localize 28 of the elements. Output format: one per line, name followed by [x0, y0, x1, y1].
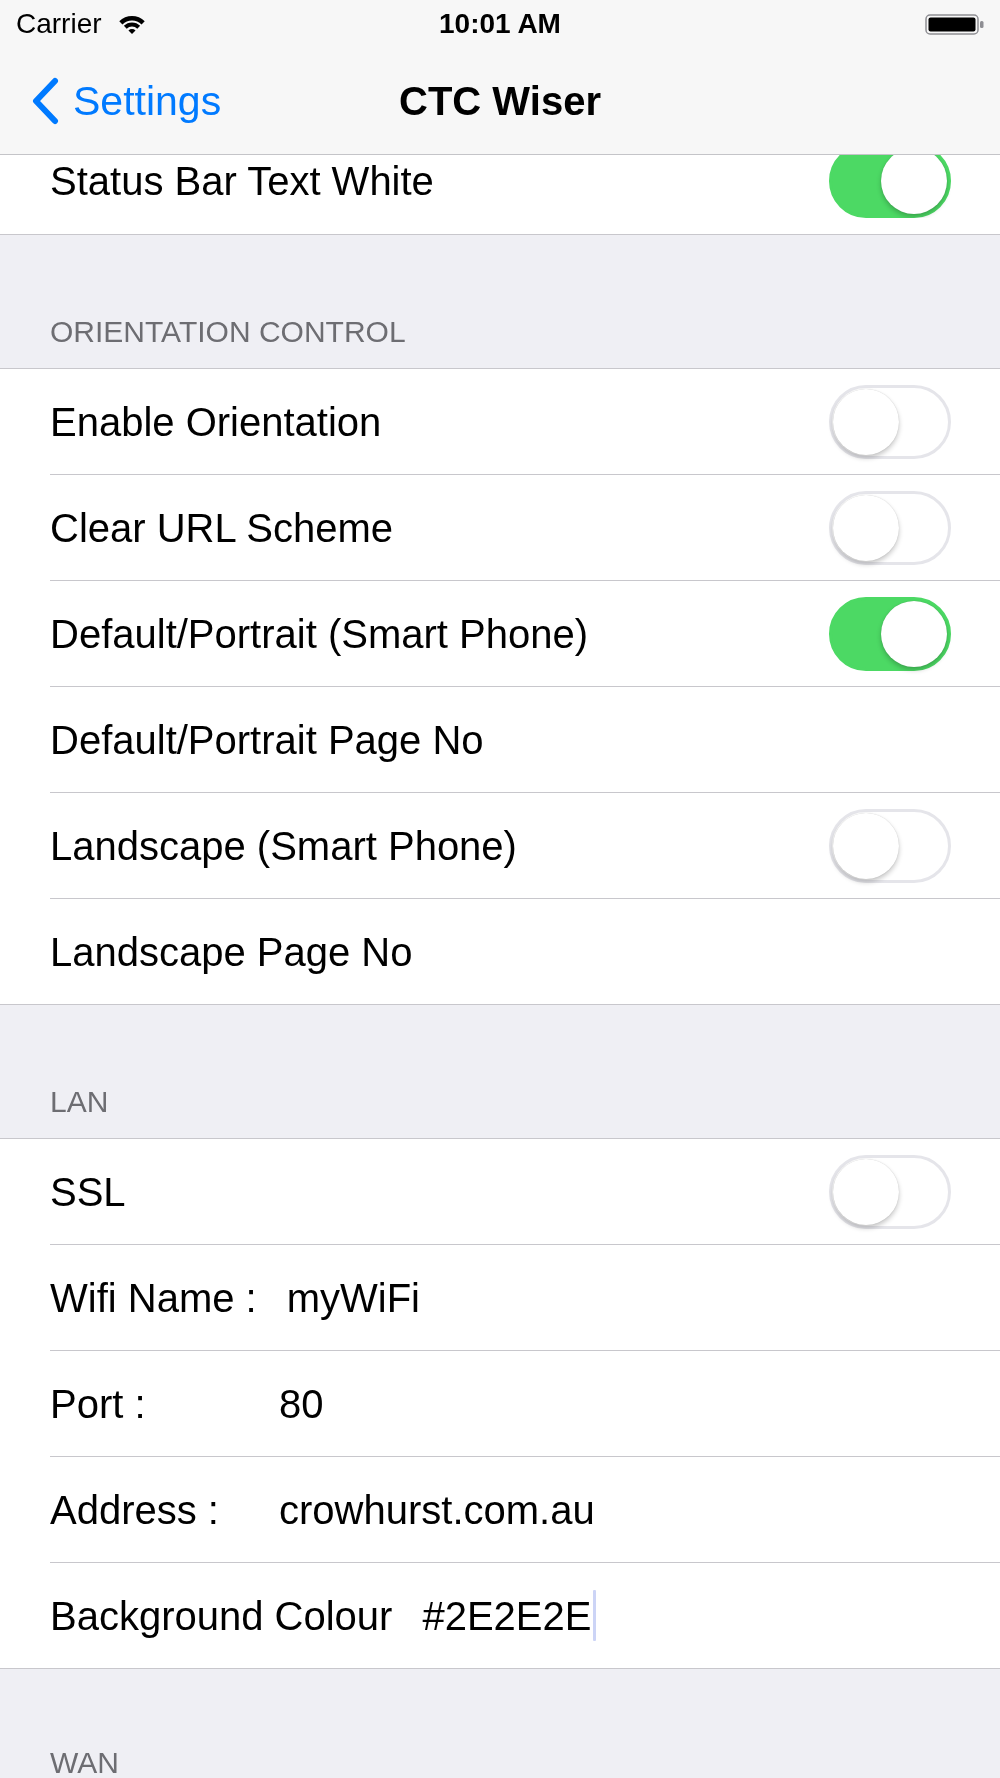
text-field[interactable]: crowhurst.com.au [279, 1481, 951, 1538]
section-header: ORIENTATION CONTROL [50, 314, 406, 350]
setting-label: Clear URL Scheme [50, 504, 394, 552]
setting-label: Enable Orientation [50, 398, 382, 446]
clock-time: 10:01 AM [439, 10, 561, 38]
text-field[interactable]: #2E2E2E [422, 1587, 951, 1644]
text-field[interactable]: 80 [279, 1375, 951, 1432]
field-label: Background Colour [50, 1592, 393, 1640]
setting-label: SSL [50, 1168, 126, 1216]
text-field[interactable]: myWiFi [286, 1269, 951, 1326]
field-label: Port : [50, 1380, 146, 1428]
setting-label: Landscape Page No [50, 928, 413, 976]
field-label: Address : [50, 1486, 219, 1534]
back-button[interactable]: Settings [31, 77, 222, 125]
carrier-name: Carrier [16, 10, 102, 38]
text-cursor [593, 1590, 597, 1641]
section-header: LAN [50, 1084, 109, 1120]
setting-label: Landscape (Smart Phone) [50, 822, 517, 870]
screen-title: CTC Wiser [399, 78, 601, 125]
toggle-switch[interactable] [829, 155, 951, 218]
chevron-left-icon [31, 77, 59, 125]
field-label: Wifi Name : [50, 1274, 257, 1322]
setting-label: Status Bar Text White [50, 158, 434, 205]
battery-icon [925, 13, 984, 35]
wifi-signal-icon [118, 13, 145, 35]
setting-label: Default/Portrait Page No [50, 716, 484, 764]
setting-label: Default/Portrait (Smart Phone) [50, 610, 588, 658]
section-header: WAN [50, 1748, 119, 1778]
